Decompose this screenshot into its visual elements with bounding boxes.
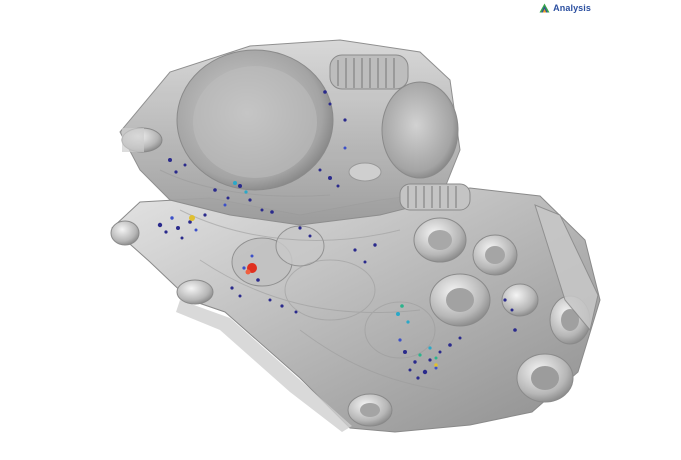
- thread-boss-mid: [399, 183, 471, 211]
- thread-boss-top: [329, 54, 409, 90]
- upper-housing: [119, 39, 471, 226]
- 3d-viewport[interactable]: [0, 0, 681, 455]
- casting-model[interactable]: [0, 0, 681, 455]
